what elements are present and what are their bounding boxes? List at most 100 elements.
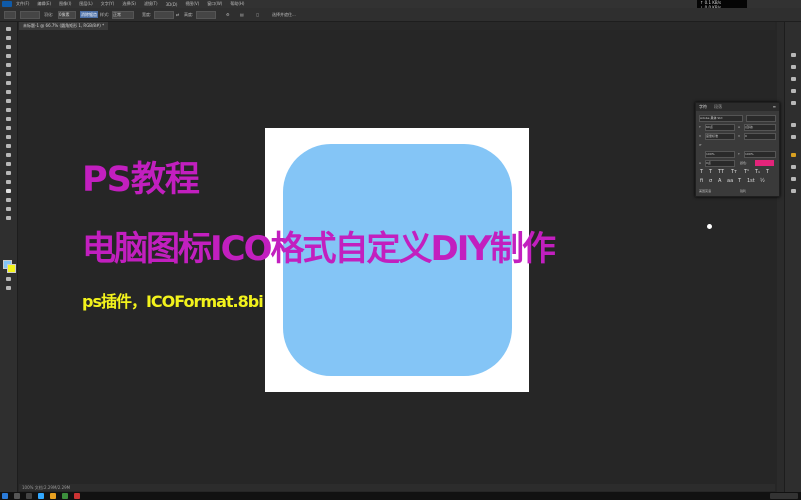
layers-panel-icon[interactable] (789, 164, 797, 170)
menu-edit[interactable]: 编辑(E) (37, 1, 51, 7)
kerning-input[interactable]: 度量标准 (705, 133, 735, 140)
system-tray[interactable] (770, 493, 798, 499)
leading-input[interactable]: (自动) (744, 124, 776, 131)
photoshop-taskbar-icon[interactable] (38, 493, 44, 499)
language-select[interactable]: 美国英语 (699, 189, 711, 193)
refine-edge-button[interactable]: 选择并遮住... (272, 11, 296, 18)
antialias-checkbox[interactable]: 消除锯齿 (80, 11, 98, 18)
style-label: 样式: (100, 12, 110, 17)
align-icon[interactable]: ▤ (240, 11, 244, 18)
app-taskbar-icon[interactable] (62, 493, 68, 499)
color-panel-icon[interactable] (789, 64, 797, 70)
eyedropper-tool-icon[interactable] (4, 80, 12, 86)
superscript-icon[interactable]: T¹ (744, 169, 749, 175)
menu-select[interactable]: 选择(S) (122, 1, 136, 7)
move-tool-icon[interactable] (4, 26, 12, 32)
width-input[interactable] (154, 11, 174, 19)
brush-tool-icon[interactable] (4, 98, 12, 104)
menu-help[interactable]: 帮助(H) (230, 1, 244, 7)
swap-icon[interactable]: ⇄ (176, 11, 179, 18)
search-icon[interactable] (14, 493, 20, 499)
underline-icon[interactable]: T (766, 169, 769, 175)
eraser-tool-icon[interactable] (4, 125, 12, 131)
all-caps-icon[interactable]: TT (718, 169, 724, 175)
style-select[interactable]: 正常 (112, 11, 134, 19)
vertical-scale-input[interactable]: 100% (705, 151, 735, 158)
tab-character[interactable]: 字符 (699, 103, 707, 111)
more-tools-icon[interactable] (4, 215, 12, 221)
lasso-tool-icon[interactable] (4, 44, 12, 50)
horizontal-scale-icon: T (738, 152, 740, 156)
marquee-tool-icon[interactable] (4, 35, 12, 41)
ligature-icon[interactable]: fi (700, 178, 703, 184)
hand-tool-icon[interactable] (4, 197, 12, 203)
menu-layer[interactable]: 图层(L) (79, 1, 92, 7)
menu-window[interactable]: 窗口(W) (207, 1, 222, 7)
swash-icon[interactable]: A (718, 178, 721, 184)
lock-icon[interactable]: ◻ (256, 11, 259, 18)
frame-tool-icon[interactable] (4, 71, 12, 77)
type-tool-icon[interactable] (4, 170, 12, 176)
menu-type[interactable]: 文字(Y) (101, 1, 115, 7)
history-brush-tool-icon[interactable] (4, 116, 12, 122)
paths-panel-icon[interactable] (789, 188, 797, 194)
menu-file[interactable]: 文件(F) (16, 1, 29, 7)
menu-filter[interactable]: 滤镜(T) (144, 1, 158, 7)
ordinal-icon[interactable]: 1st (747, 178, 755, 184)
gradient-tool-icon[interactable] (4, 134, 12, 140)
stylistic-alternates-icon[interactable]: aa (727, 178, 733, 184)
clone-stamp-tool-icon[interactable] (4, 107, 12, 113)
antialias-select[interactable]: 锐利 (740, 189, 746, 193)
font-family-select[interactable]: Adobe 黑体 Std (699, 115, 743, 122)
baseline-input[interactable]: 0点 (705, 160, 735, 167)
crop-tool-icon[interactable] (4, 62, 12, 68)
discretionary-ligature-icon[interactable]: σ (709, 178, 712, 184)
history-panel-icon[interactable] (789, 52, 797, 58)
tracking-input[interactable]: 0 (744, 133, 776, 140)
swatches-panel-icon[interactable] (789, 76, 797, 82)
fraction-icon[interactable]: ½ (760, 178, 765, 184)
subscript-icon[interactable]: T₁ (755, 169, 760, 175)
screen-mode-icon[interactable] (4, 285, 12, 291)
overlay-subtitle: 电脑图标ICO格式自定义DIY制作 (82, 229, 556, 269)
quick-select-tool-icon[interactable] (4, 53, 12, 59)
document-tab[interactable]: 未标题-1 @ 66.7% (圆角矩形 1, RGB/8#) * (19, 22, 109, 30)
start-button-icon[interactable] (2, 493, 8, 499)
small-caps-icon[interactable]: Tт (731, 169, 737, 175)
marquee-tool-preset-icon[interactable] (4, 11, 16, 19)
gear-icon[interactable]: ⚙ (226, 11, 230, 18)
quick-mask-icon[interactable] (4, 276, 12, 282)
feather-input[interactable]: 0像素 (58, 11, 76, 19)
zoom-tool-icon[interactable] (4, 206, 12, 212)
titling-icon[interactable]: T (738, 178, 741, 184)
selection-mode-icons[interactable] (20, 11, 40, 19)
blur-tool-icon[interactable] (4, 143, 12, 149)
panel-menu-icon[interactable]: ≡ (773, 103, 776, 111)
menu-3d[interactable]: 3D(D) (166, 2, 178, 7)
font-size-input[interactable]: 60点 (705, 124, 735, 131)
properties-panel-icon[interactable] (789, 88, 797, 94)
tab-paragraph[interactable]: 段落 (714, 103, 722, 111)
tools-presets-icon[interactable] (789, 152, 797, 158)
paragraph-panel-icon[interactable] (789, 134, 797, 140)
menu-view[interactable]: 视图(V) (185, 1, 199, 7)
horizontal-scale-input[interactable]: 100% (744, 151, 776, 158)
height-input[interactable] (196, 11, 216, 19)
rounded-rectangle-tool-icon[interactable] (4, 188, 12, 194)
pen-tool-icon[interactable] (4, 161, 12, 167)
task-view-icon[interactable] (26, 493, 32, 499)
browser-taskbar-icon[interactable] (74, 493, 80, 499)
adjustments-panel-icon[interactable] (789, 100, 797, 106)
dodge-tool-icon[interactable] (4, 152, 12, 158)
explorer-taskbar-icon[interactable] (50, 493, 56, 499)
healing-brush-tool-icon[interactable] (4, 89, 12, 95)
font-style-select[interactable] (746, 115, 776, 122)
menu-image[interactable]: 图像(I) (59, 1, 71, 7)
channels-panel-icon[interactable] (789, 176, 797, 182)
faux-italic-icon[interactable]: T (709, 169, 712, 175)
text-color-swatch[interactable] (755, 160, 774, 166)
path-select-tool-icon[interactable] (4, 179, 12, 185)
background-color-swatch[interactable] (7, 264, 16, 273)
character-panel-icon[interactable] (789, 122, 797, 128)
faux-bold-icon[interactable]: T (700, 169, 703, 175)
